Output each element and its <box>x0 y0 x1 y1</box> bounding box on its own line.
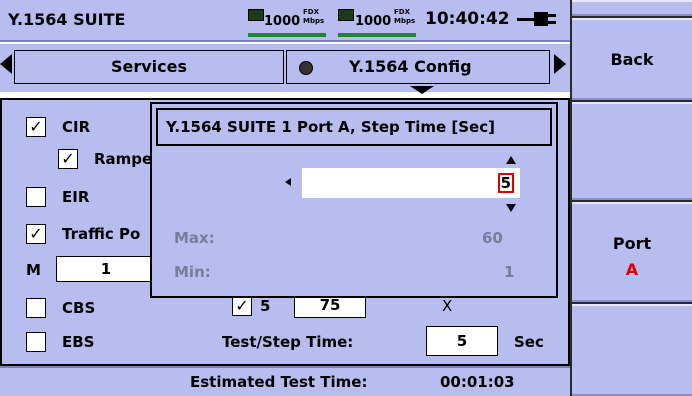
tab-indicator-triangle <box>410 86 434 94</box>
estimated-time-value: 00:01:03 <box>440 373 515 391</box>
decrement-arrow-icon[interactable] <box>506 204 516 212</box>
ebs-checkbox[interactable]: ✓ <box>26 332 46 352</box>
tab-nav-left-arrow[interactable] <box>0 54 12 74</box>
step-time-input[interactable]: 5 <box>302 168 520 198</box>
min-label: Min: <box>174 263 211 281</box>
back-button[interactable]: Back <box>572 18 692 100</box>
max-label: Max: <box>174 229 215 247</box>
step-size-value: 75 <box>319 296 341 314</box>
clock: 10:40:42 <box>425 9 510 29</box>
app-title: Y.1564 SUITE <box>8 10 126 29</box>
port-button-label: Port <box>612 234 652 253</box>
tab-services[interactable]: Services <box>14 50 284 84</box>
cbs-checkbox[interactable]: ✓ <box>26 298 46 318</box>
back-button-label: Back <box>610 50 654 69</box>
cbs-label: CBS <box>62 299 96 317</box>
test-step-time-field[interactable]: 5 <box>426 326 498 356</box>
multiply-mark: X <box>442 297 453 315</box>
link1-status-bar <box>248 33 326 37</box>
cir-checkbox[interactable]: ✓ <box>26 117 46 137</box>
step-time-dialog: Y.1564 SUITE 1 Port A, Step Time [Sec] 5… <box>150 102 558 298</box>
header-bar: Y.1564 SUITE 1000 FDX Mbps 1000 FDX Mbps… <box>0 0 570 42</box>
link2-speed: 1000 <box>355 14 392 29</box>
check-icon: ✓ <box>29 117 43 136</box>
step-time-input-value: 5 <box>497 173 514 193</box>
ebs-label: EBS <box>62 333 95 351</box>
link1-speed: 1000 <box>264 14 301 29</box>
tab-nav-right-arrow[interactable] <box>554 54 566 74</box>
test-step-time-unit: Sec <box>514 333 544 351</box>
dialog-title-box: Y.1564 SUITE 1 Port A, Step Time [Sec] <box>156 108 552 146</box>
link2-unit: Mbps <box>394 17 416 25</box>
m-value: 1 <box>100 260 112 278</box>
tab-y1564-config[interactable]: Y.1564 Config <box>286 50 550 84</box>
link2-status-bar <box>338 33 416 37</box>
disc-icon <box>299 61 313 75</box>
check-icon: ✓ <box>235 296 249 315</box>
min-value: 1 <box>504 263 515 281</box>
power-plug-icon <box>517 10 559 32</box>
softkey-2[interactable] <box>572 102 692 200</box>
cir-label: CIR <box>62 118 91 136</box>
ramp-label: Rampe <box>94 150 153 168</box>
footer-bar: Estimated Test Time: 00:01:03 <box>0 366 570 396</box>
traffic-checkbox[interactable]: ✓ <box>26 224 46 244</box>
m-label: M <box>26 261 41 279</box>
link2-mode: FDX <box>394 8 410 16</box>
increment-arrow-icon[interactable] <box>506 156 516 164</box>
tab-y1564-config-label: Y.1564 Config <box>349 57 472 76</box>
estimated-time-label: Estimated Test Time: <box>190 373 368 391</box>
check-icon: ✓ <box>61 149 75 168</box>
link1-mode: FDX <box>303 8 319 16</box>
max-value: 60 <box>482 229 503 247</box>
check-icon: ✓ <box>29 224 43 243</box>
traffic-label: Traffic Po <box>62 225 141 243</box>
test-step-time-value: 5 <box>456 332 468 350</box>
dialog-title: Y.1564 SUITE 1 Port A, Step Time [Sec] <box>166 118 495 136</box>
eir-checkbox[interactable]: ✓ <box>26 187 46 207</box>
port-button-value: A <box>625 260 639 279</box>
tab-row: Services Y.1564 Config <box>0 44 570 94</box>
test-step-time-label: Test/Step Time: <box>222 333 354 351</box>
m-value-field[interactable]: 1 <box>56 256 156 282</box>
softkey-4[interactable] <box>572 304 692 396</box>
step-checkbox[interactable]: ✓ <box>232 296 252 316</box>
port-status-icon <box>248 9 264 21</box>
step-count: 5 <box>260 297 271 315</box>
cursor-left-arrow-icon[interactable] <box>285 178 291 186</box>
blank-softkey-top[interactable] <box>572 0 692 16</box>
port-button[interactable]: Port A <box>572 202 692 302</box>
ramp-checkbox[interactable]: ✓ <box>58 149 78 169</box>
port-status-icon <box>338 9 354 21</box>
link1-unit: Mbps <box>303 17 325 25</box>
eir-label: EIR <box>62 188 90 206</box>
tab-services-label: Services <box>110 57 188 76</box>
